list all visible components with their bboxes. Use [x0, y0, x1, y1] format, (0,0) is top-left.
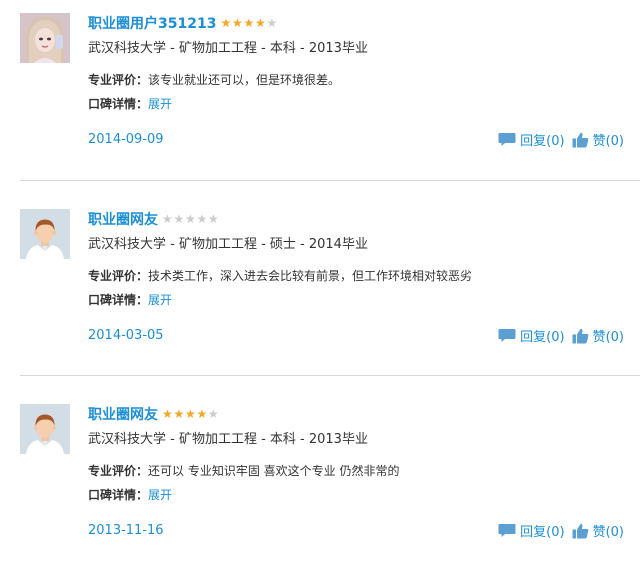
expand-link[interactable]: 展开: [148, 293, 172, 307]
review-detail: 口碑详情：展开: [88, 486, 172, 503]
reply-label: 回复(0): [520, 134, 565, 149]
review-detail: 口碑详情：展开: [88, 291, 172, 308]
rating-stars: ★ ★ ★ ★ ★: [162, 213, 220, 225]
school-info: 武汉科技大学 - 矿物加工工程 - 本科 - 2013毕业: [88, 41, 368, 56]
thumbs-up-icon: [572, 328, 588, 343]
like-button[interactable]: 赞(0): [572, 521, 624, 540]
review-item: 职业圈网友 ★ ★ ★ ★ ★ 武汉科技大学 - 矿物加工工程 - 本科 - 2013毕…: [0, 391, 640, 566]
rating-stars: ★ ★ ★ ★ ★: [220, 17, 278, 29]
comment-icon: [498, 524, 516, 537]
detail-label: 口碑详情：: [88, 488, 149, 502]
star-filled-icon: ★: [173, 407, 185, 421]
star-filled-icon: ★: [185, 407, 196, 421]
star-filled-icon: ★: [220, 16, 232, 30]
avatar[interactable]: [20, 209, 70, 259]
school-info: 武汉科技大学 - 矿物加工工程 - 本科 - 2013毕业: [88, 432, 368, 447]
default-user-icon: [20, 404, 70, 454]
avatar[interactable]: [20, 13, 70, 63]
like-label: 赞(0): [592, 330, 624, 345]
star-empty-icon: ★: [196, 212, 208, 226]
comment-icon: [498, 329, 516, 342]
detail-label: 口碑详情：: [88, 293, 149, 307]
reply-label: 回复(0): [520, 525, 565, 540]
default-user-icon: [20, 209, 70, 259]
major-evaluation: 专业评价：该专业就业还可以，但是环境很差。: [88, 71, 340, 88]
evaluation-text: 技术类工作，深入进去会比较有前景，但工作环境相对较恶劣: [148, 269, 473, 283]
reply-label: 回复(0): [520, 330, 565, 345]
like-label: 赞(0): [592, 525, 624, 540]
thumbs-up-icon: [572, 523, 588, 538]
star-filled-icon: ★: [254, 16, 266, 30]
review-detail: 口碑详情：展开: [88, 95, 172, 112]
avatar[interactable]: [20, 404, 70, 454]
school-info: 武汉科技大学 - 矿物加工工程 - 硕士 - 2014毕业: [88, 237, 368, 252]
username-link[interactable]: 职业圈网友: [88, 209, 158, 229]
username-link[interactable]: 职业圈用户351213: [88, 13, 216, 33]
thumbs-up-icon: [572, 132, 588, 147]
evaluation-label: 专业评价：: [88, 269, 149, 283]
review-date: 2014-03-05: [88, 328, 164, 343]
like-label: 赞(0): [592, 134, 624, 149]
star-empty-icon: ★: [162, 212, 173, 226]
star-empty-icon: ★: [266, 16, 278, 30]
star-filled-icon: ★: [196, 407, 208, 421]
review-item: 职业圈用户351213 ★ ★ ★ ★ ★ 武汉科技大学 - 矿物加工工程 - 本科 -…: [0, 0, 640, 175]
major-evaluation: 专业评价：还可以 专业知识牢固 喜欢这个专业 仍然非常的: [88, 462, 399, 479]
evaluation-text: 还可以 专业知识牢固 喜欢这个专业 仍然非常的: [148, 464, 400, 478]
evaluation-label: 专业评价：: [88, 464, 149, 478]
user-photo-icon: [20, 13, 70, 63]
review-date: 2013-11-16: [88, 523, 164, 538]
reply-button[interactable]: 回复(0): [498, 521, 565, 540]
comment-icon: [498, 133, 516, 146]
review-item: 职业圈网友 ★ ★ ★ ★ ★ 武汉科技大学 - 矿物加工工程 - 硕士 - 2014毕…: [0, 196, 640, 371]
major-evaluation: 专业评价：技术类工作，深入进去会比较有前景，但工作环境相对较恶劣: [88, 267, 472, 284]
divider: [20, 180, 640, 181]
reply-button[interactable]: 回复(0): [498, 326, 565, 345]
reply-button[interactable]: 回复(0): [498, 130, 565, 149]
star-empty-icon: ★: [208, 212, 219, 226]
rating-stars: ★ ★ ★ ★ ★: [162, 408, 220, 420]
star-filled-icon: ★: [243, 16, 255, 30]
star-empty-icon: ★: [185, 212, 196, 226]
star-filled-icon: ★: [162, 407, 173, 421]
evaluation-label: 专业评价：: [88, 73, 149, 87]
star-empty-icon: ★: [208, 407, 219, 421]
review-date: 2014-09-09: [88, 132, 164, 147]
review-list: 职业圈用户351213 ★ ★ ★ ★ ★ 武汉科技大学 - 矿物加工工程 - 本科 -…: [0, 0, 640, 563]
like-button[interactable]: 赞(0): [572, 130, 624, 149]
expand-link[interactable]: 展开: [148, 97, 172, 111]
username-link[interactable]: 职业圈网友: [88, 404, 158, 424]
like-button[interactable]: 赞(0): [572, 326, 624, 345]
evaluation-text: 该专业就业还可以，但是环境很差。: [148, 73, 341, 87]
star-filled-icon: ★: [231, 16, 243, 30]
divider: [20, 375, 640, 376]
detail-label: 口碑详情：: [88, 97, 149, 111]
star-empty-icon: ★: [173, 212, 185, 226]
expand-link[interactable]: 展开: [148, 488, 172, 502]
